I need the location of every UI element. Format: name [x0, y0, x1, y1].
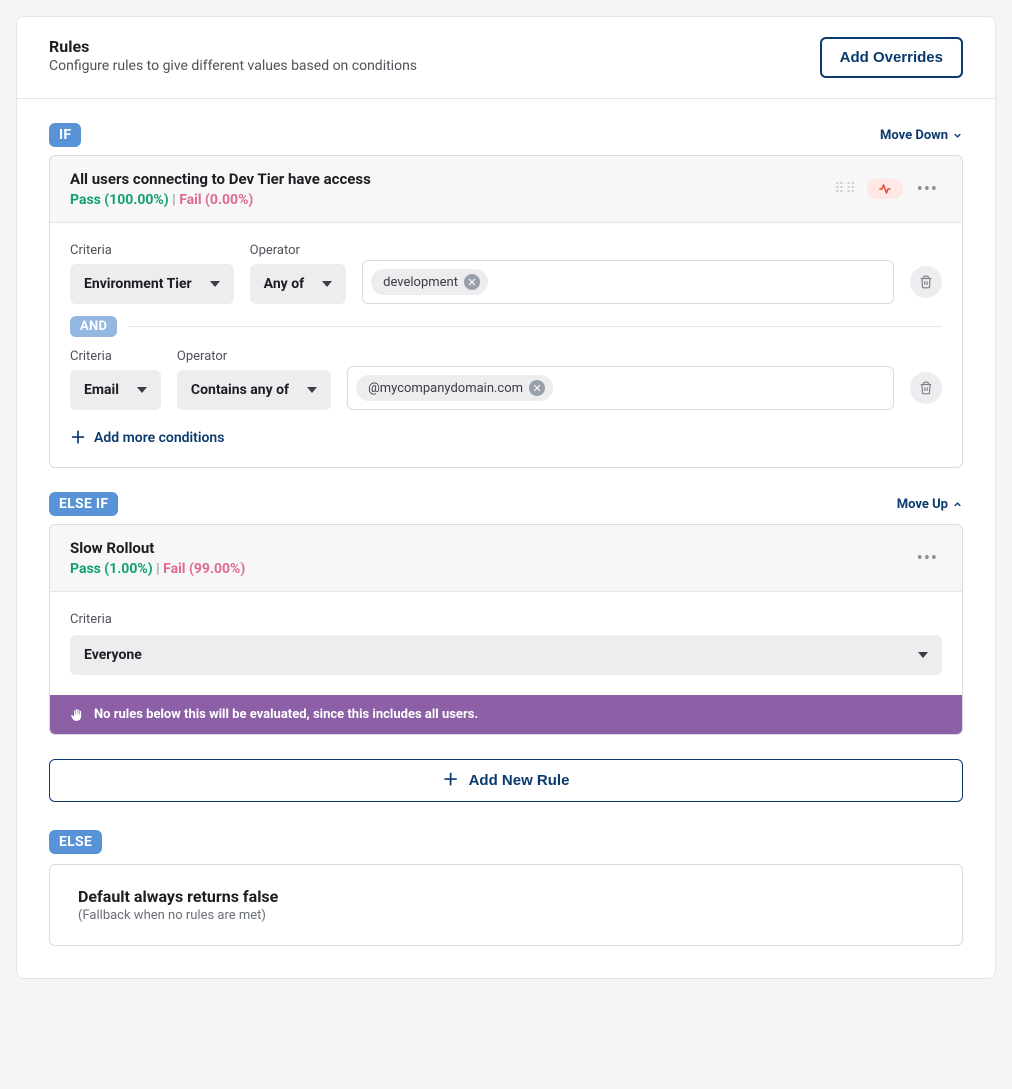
chevron-down-icon — [322, 281, 332, 287]
plus-icon: ＋ — [70, 430, 86, 446]
pass-fail-row: Pass (1.00%) | Fail (99.00%) — [70, 561, 245, 577]
add-new-rule-button[interactable]: ＋ Add New Rule — [49, 759, 963, 802]
chevron-down-icon — [137, 387, 147, 393]
chevron-down-icon — [918, 652, 928, 658]
chip-text: development — [383, 275, 458, 290]
drag-handle-icon[interactable]: ⠿⠿ — [834, 181, 857, 197]
pulse-status-pill[interactable] — [867, 179, 903, 199]
chevron-down-icon — [210, 281, 220, 287]
and-badge: AND — [70, 316, 117, 337]
operator-label: Operator — [250, 243, 346, 258]
pulse-icon — [877, 183, 893, 195]
rule-title: Slow Rollout — [70, 539, 245, 557]
criteria-label: Criteria — [70, 612, 942, 627]
pass-fail-sep: | — [169, 192, 180, 208]
card-body: IF Move Down All users connecting to Dev… — [17, 99, 995, 978]
else-box: Default always returns false (Fallback w… — [49, 864, 963, 946]
criteria-select[interactable]: Email — [70, 370, 161, 410]
else-subtitle: (Fallback when no rules are met) — [78, 908, 934, 923]
warning-text: No rules below this will be evaluated, s… — [94, 707, 478, 722]
move-down-button[interactable]: Move Down — [880, 128, 963, 143]
operator-value: Any of — [264, 276, 304, 292]
trash-icon — [919, 275, 933, 289]
and-divider: AND — [70, 316, 942, 337]
value-chip: @mycompanydomain.com ✕ — [356, 375, 553, 401]
criteria-label: Criteria — [70, 243, 234, 258]
condition-row: Criteria Email Operator Contains any of — [70, 349, 942, 410]
move-up-button[interactable]: Move Up — [897, 497, 963, 512]
pass-fail-sep: | — [153, 561, 164, 577]
criteria-label: Criteria — [70, 349, 161, 364]
warning-banner: No rules below this will be evaluated, s… — [50, 695, 962, 734]
criteria-value: Environment Tier — [84, 276, 192, 292]
chevron-down-icon — [307, 387, 317, 393]
criteria-value: Everyone — [84, 647, 142, 663]
move-down-label: Move Down — [880, 128, 948, 143]
else-block-header: ELSE — [49, 830, 963, 854]
criteria-value: Email — [84, 382, 119, 398]
criteria-select-everyone[interactable]: Everyone — [70, 635, 942, 675]
rule-body-1: Criteria Environment Tier Operator Any o… — [50, 223, 962, 467]
page-title: Rules — [49, 37, 417, 56]
delete-condition-button[interactable] — [910, 266, 942, 298]
operator-label: Operator — [177, 349, 331, 364]
criteria-select[interactable]: Environment Tier — [70, 264, 234, 304]
else-badge: ELSE — [49, 830, 102, 854]
rule-title: All users connecting to Dev Tier have ac… — [70, 170, 371, 188]
if-block-header: IF Move Down — [49, 123, 963, 147]
add-condition-button[interactable]: ＋ Add more conditions — [70, 430, 224, 446]
delete-condition-button[interactable] — [910, 372, 942, 404]
add-overrides-button[interactable]: Add Overrides — [820, 37, 963, 78]
condition-row: Criteria Environment Tier Operator Any o… — [70, 243, 942, 304]
plus-icon: ＋ — [443, 773, 459, 789]
value-input[interactable]: @mycompanydomain.com ✕ — [347, 366, 894, 410]
rule-menu-button[interactable]: ••• — [913, 544, 942, 573]
rule-menu-button[interactable]: ••• — [913, 175, 942, 204]
elseif-block-header: ELSE IF Move Up — [49, 492, 963, 516]
remove-chip-icon[interactable]: ✕ — [464, 274, 480, 290]
divider-line — [129, 326, 942, 327]
rule-body-2: Criteria Everyone — [50, 592, 962, 695]
trash-icon — [919, 381, 933, 395]
pass-text: Pass (1.00%) — [70, 561, 153, 577]
rule-head-actions: ⠿⠿ ••• — [834, 175, 942, 204]
card-header: Rules Configure rules to give different … — [17, 17, 995, 99]
page-subtitle: Configure rules to give different values… — [49, 58, 417, 74]
value-chip: development ✕ — [371, 269, 488, 295]
move-up-label: Move Up — [897, 497, 948, 512]
operator-value: Contains any of — [191, 382, 289, 398]
else-title: Default always returns false — [78, 887, 934, 906]
remove-chip-icon[interactable]: ✕ — [529, 380, 545, 396]
add-condition-label: Add more conditions — [94, 430, 224, 446]
hand-stop-icon — [70, 708, 84, 722]
pass-text: Pass (100.00%) — [70, 192, 169, 208]
rule-head-1: All users connecting to Dev Tier have ac… — [50, 156, 962, 223]
rule-box-2: Slow Rollout Pass (1.00%) | Fail (99.00%… — [49, 524, 963, 735]
chip-text: @mycompanydomain.com — [368, 381, 523, 396]
add-new-rule-label: Add New Rule — [469, 772, 570, 789]
chevron-down-icon — [952, 130, 963, 141]
fail-text: Fail (0.00%) — [179, 192, 253, 208]
chevron-up-icon — [952, 499, 963, 510]
if-badge: IF — [49, 123, 81, 147]
rule-box-1: All users connecting to Dev Tier have ac… — [49, 155, 963, 468]
value-input[interactable]: development ✕ — [362, 260, 894, 304]
elseif-badge: ELSE IF — [49, 492, 118, 516]
fail-text: Fail (99.00%) — [163, 561, 245, 577]
rules-card: Rules Configure rules to give different … — [16, 16, 996, 979]
rule-head-actions: ••• — [913, 544, 942, 573]
pass-fail-row: Pass (100.00%) | Fail (0.00%) — [70, 192, 371, 208]
operator-select[interactable]: Contains any of — [177, 370, 331, 410]
rule-head-2: Slow Rollout Pass (1.00%) | Fail (99.00%… — [50, 525, 962, 592]
operator-select[interactable]: Any of — [250, 264, 346, 304]
